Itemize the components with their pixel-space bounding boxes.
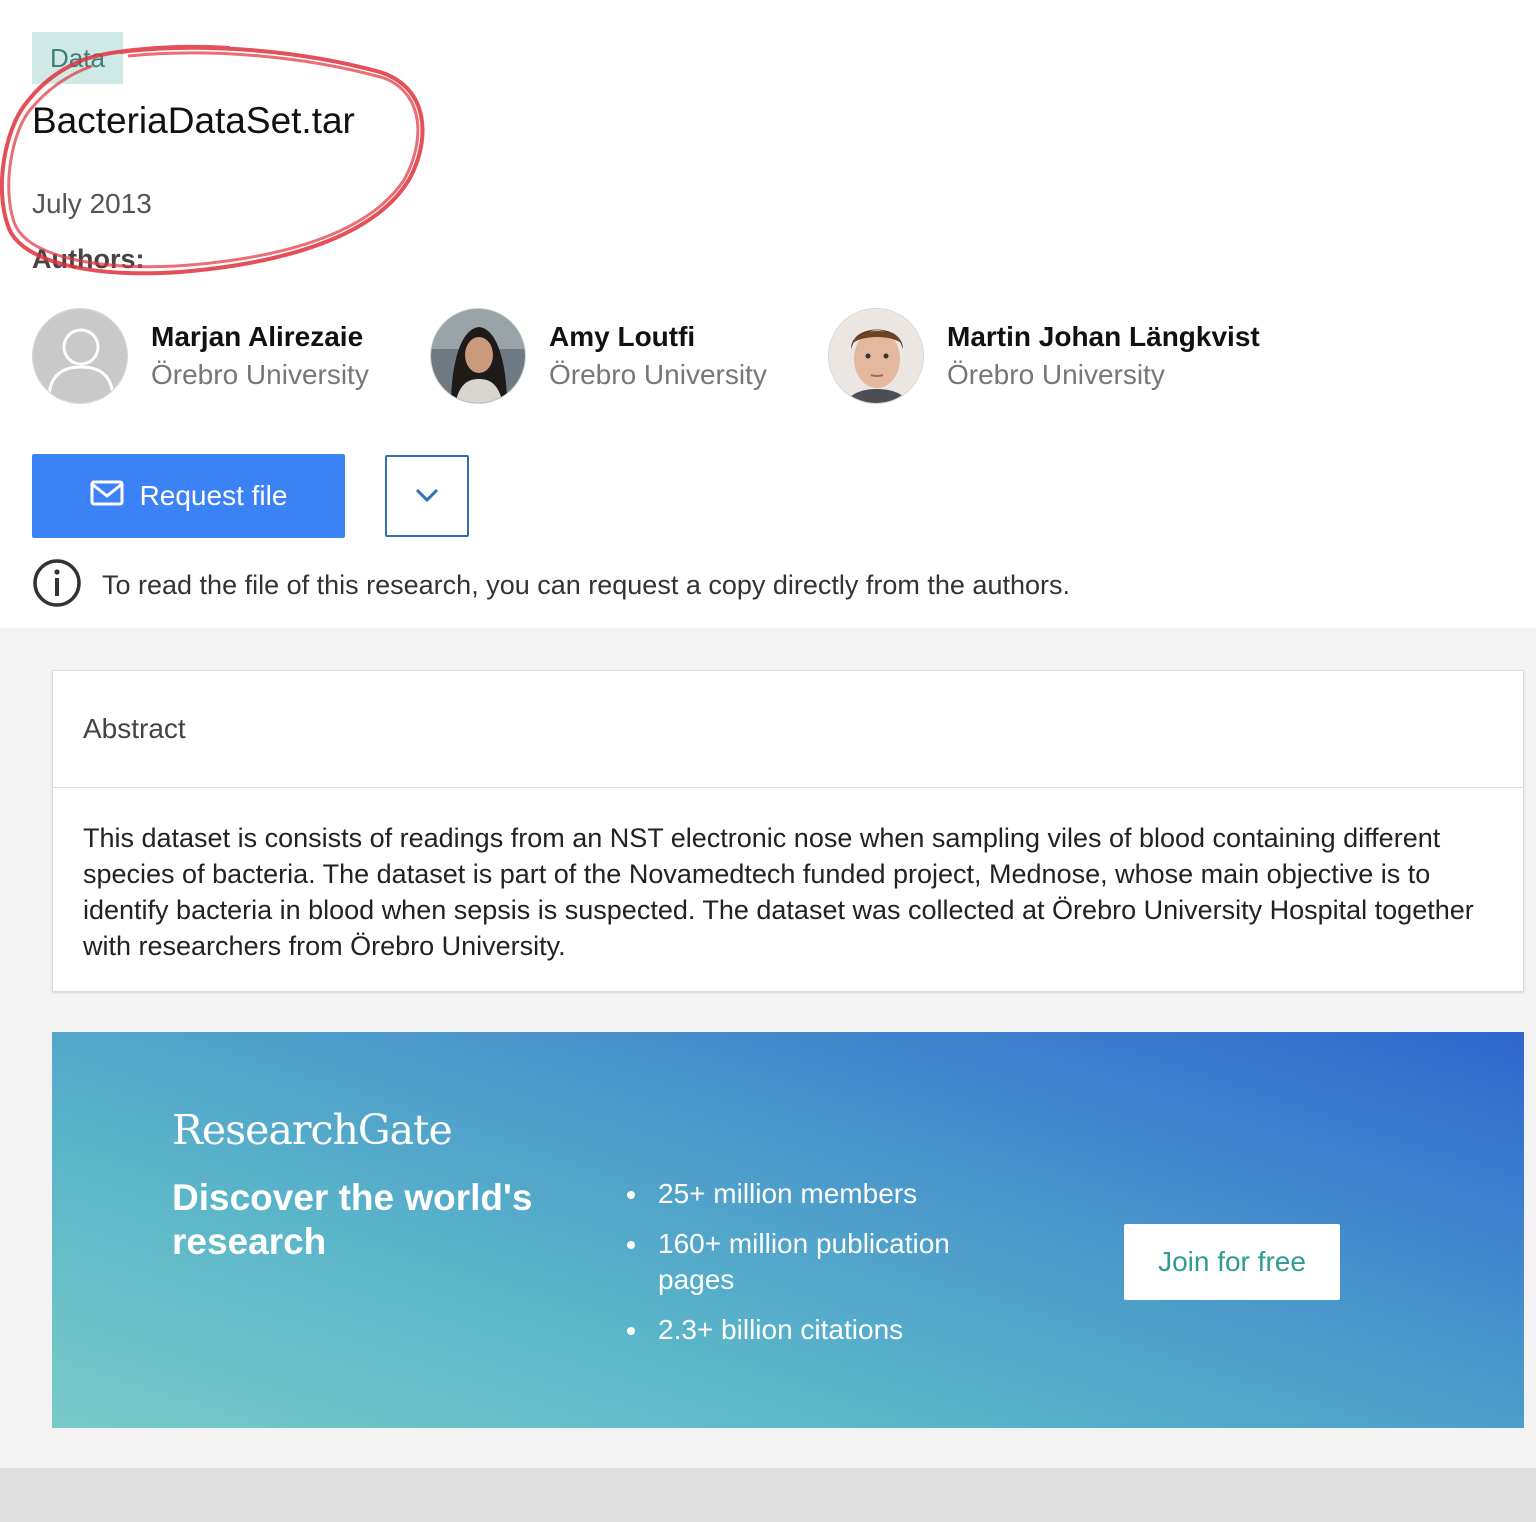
request-file-label: Request file — [139, 480, 288, 511]
stat-item: 2.3+ billion citations — [627, 1312, 987, 1348]
author-affiliation: Örebro University — [947, 359, 1165, 390]
default-avatar[interactable] — [32, 308, 128, 404]
abstract-text: This dataset is consists of readings fro… — [83, 823, 1474, 961]
more-options-button[interactable] — [385, 455, 469, 537]
stat-item: 25+ million members — [627, 1176, 987, 1212]
author-name[interactable]: Amy Loutfi — [549, 321, 767, 353]
request-info: To read the file of this research, you c… — [32, 558, 1070, 613]
dataset-header: Data BacteriaDataSet.tar July 2013 Autho… — [0, 0, 1536, 628]
abstract-card: Abstract This dataset is consists of rea… — [52, 670, 1524, 992]
publication-date: July 2013 — [32, 188, 152, 219]
authors-label: Authors: — [32, 244, 145, 274]
author-card[interactable]: Amy Loutfi Örebro University — [430, 308, 767, 404]
promo-headline: Discover the world's research — [172, 1177, 533, 1262]
promo-stats-list: 25+ million members 160+ million publica… — [627, 1176, 987, 1362]
info-icon — [32, 558, 82, 613]
author-photo[interactable] — [828, 308, 924, 404]
author-card[interactable]: Martin Johan Längkvist Örebro University — [828, 308, 1260, 404]
request-file-button[interactable]: Request file — [32, 454, 345, 538]
author-name[interactable]: Martin Johan Längkvist — [947, 321, 1260, 353]
author-affiliation: Örebro University — [549, 359, 767, 390]
abstract-heading: Abstract — [53, 671, 1523, 788]
mail-icon — [90, 480, 124, 513]
author-card[interactable]: Marjan Alirezaie Örebro University — [32, 308, 369, 404]
author-photo[interactable] — [430, 308, 526, 404]
join-for-free-button[interactable]: Join for free — [1124, 1224, 1340, 1300]
chevron-down-icon — [414, 487, 440, 506]
signup-promo-banner: ResearchGate Discover the world's resear… — [52, 1032, 1524, 1428]
author-affiliation: Örebro University — [151, 359, 369, 390]
item-type-tag: Data — [32, 32, 123, 84]
stat-item: 160+ million publication pages — [627, 1226, 987, 1298]
researchgate-logo: ResearchGate — [172, 1106, 453, 1154]
author-name[interactable]: Marjan Alirezaie — [151, 321, 369, 353]
dataset-title: BacteriaDataSet.tar — [32, 100, 355, 141]
info-text: To read the file of this research, you c… — [102, 569, 1070, 600]
